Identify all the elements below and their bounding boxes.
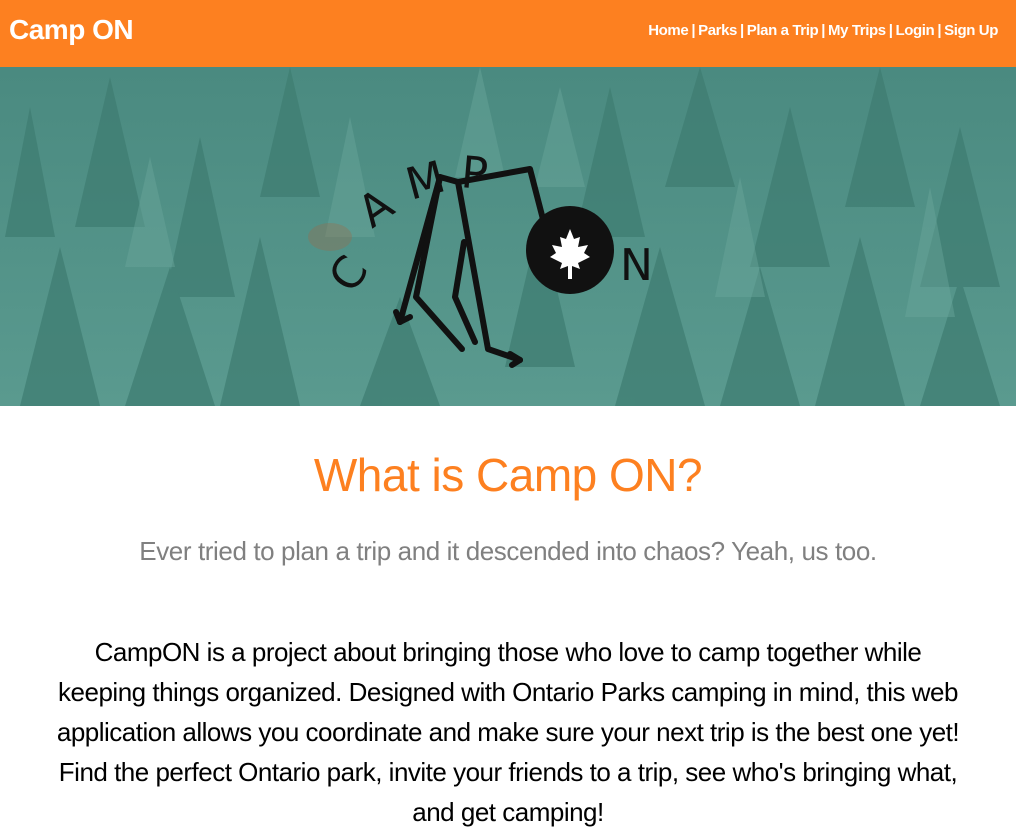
camp-on-logo: C A M P N	[319, 147, 653, 368]
nav-link-my-trips[interactable]: My Trips	[828, 22, 886, 39]
logo-letter-m: M	[401, 152, 451, 211]
hero-banner: C A M P N	[0, 67, 1016, 406]
nav-separator: |	[691, 22, 696, 39]
logo-letter-c: C	[319, 247, 378, 301]
nav-link-sign-up[interactable]: Sign Up	[944, 22, 998, 39]
logo-letter-p: P	[459, 147, 490, 200]
description-paragraph: CampON is a project about bringing those…	[56, 637, 960, 827]
brand-logo-link[interactable]: Camp ON	[9, 14, 134, 46]
page-title: What is Camp ON?	[313, 449, 703, 501]
nav-separator: |	[888, 22, 893, 39]
nav-separator: |	[739, 22, 744, 39]
tagline: Ever tried to plan a trip and it descend…	[139, 536, 877, 566]
nav-separator: |	[937, 22, 942, 39]
nav-link-login[interactable]: Login	[896, 22, 935, 39]
logo-letter-n: N	[620, 240, 653, 291]
logo-letter-a: A	[349, 179, 403, 238]
nav-links: Home | Parks | Plan a Trip | My Trips | Login | Si…	[648, 22, 998, 39]
nav-separator: |	[821, 22, 826, 39]
nav-link-parks[interactable]: Parks	[698, 22, 737, 39]
nav-link-home[interactable]: Home	[648, 22, 688, 39]
nav-link-plan-a-trip[interactable]: Plan a Trip	[747, 22, 819, 39]
top-navbar: Camp ON Home | Parks | Plan a Trip | My Trips |…	[0, 0, 1016, 67]
